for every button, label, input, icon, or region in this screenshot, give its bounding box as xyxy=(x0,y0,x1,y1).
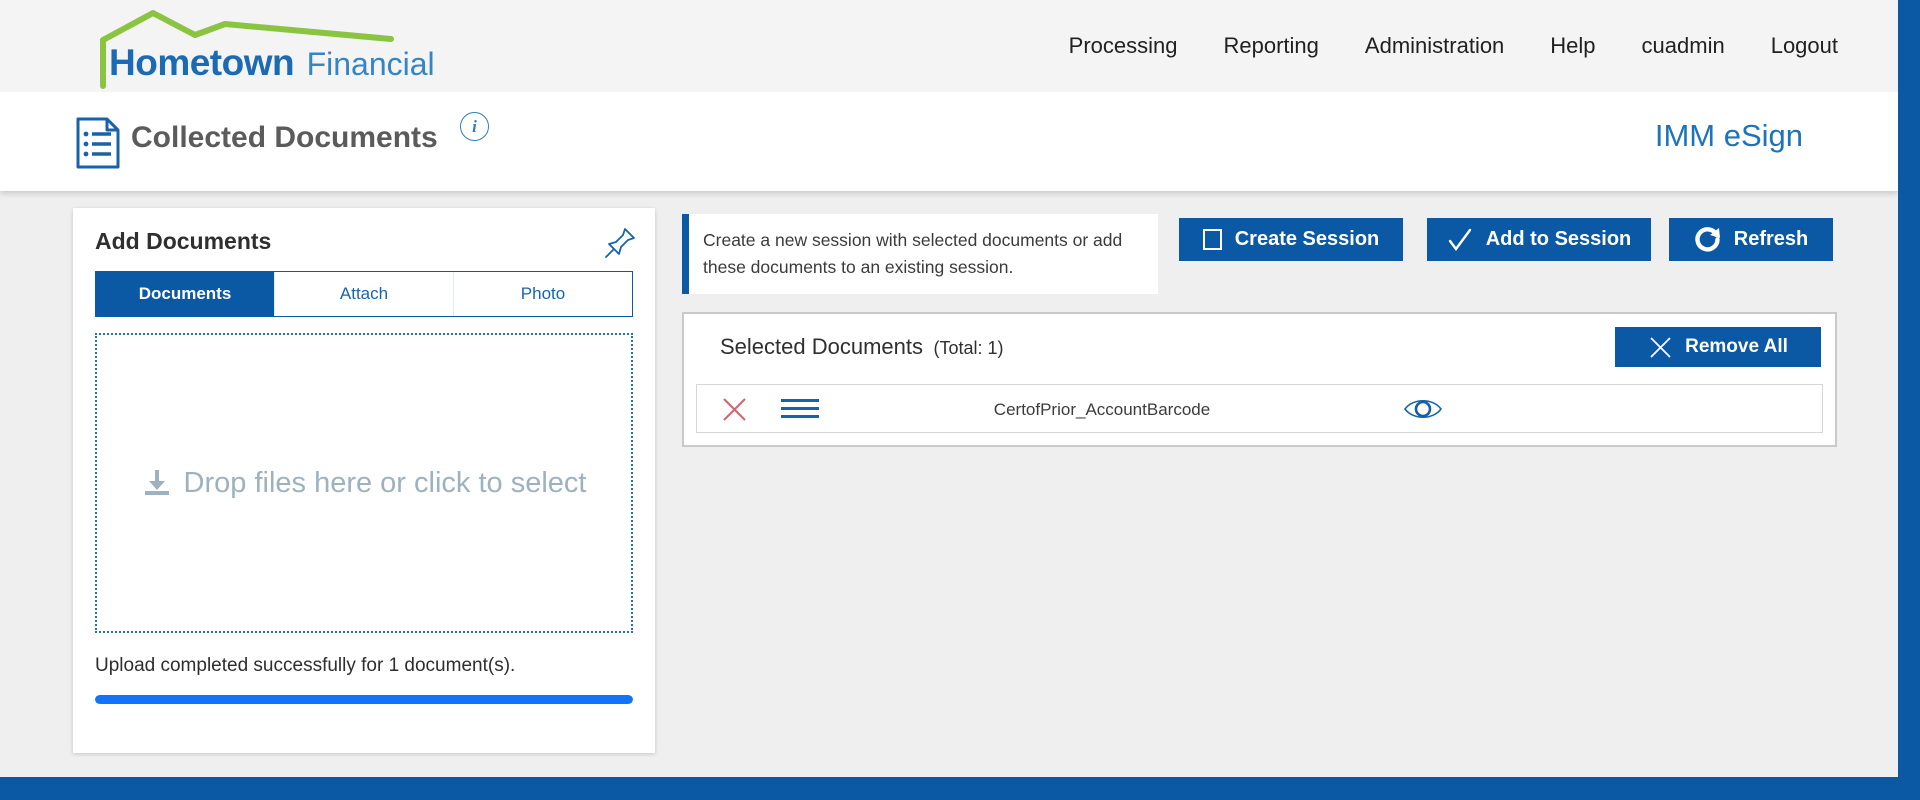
upload-progress-bar xyxy=(95,695,633,704)
upload-progress-fill xyxy=(95,695,633,704)
remove-all-button[interactable]: Remove All xyxy=(1615,327,1821,367)
session-actions: Create Session Add to Session Refresh xyxy=(1179,218,1833,261)
drag-handle-icon[interactable] xyxy=(781,399,819,418)
selected-documents-title-group: Selected Documents (Total: 1) xyxy=(720,334,1003,360)
nav-administration[interactable]: Administration xyxy=(1365,33,1504,59)
remove-all-x-icon xyxy=(1648,335,1673,360)
tab-documents[interactable]: Documents xyxy=(96,272,274,316)
session-hint-box: Create a new session with selected docum… xyxy=(682,214,1158,294)
download-icon xyxy=(142,468,172,498)
refresh-label: Refresh xyxy=(1734,228,1808,251)
page-title-bar: Collected Documents i IMM eSign xyxy=(0,92,1898,191)
selected-documents-header: Selected Documents (Total: 1) Remove All xyxy=(684,314,1835,367)
selected-documents-total: (Total: 1) xyxy=(933,338,1003,358)
dropzone-text: Drop files here or click to select xyxy=(184,467,587,500)
create-session-label: Create Session xyxy=(1235,228,1380,251)
preview-eye-icon[interactable] xyxy=(1402,395,1444,423)
footer-bar xyxy=(0,777,1920,800)
selected-documents-title: Selected Documents xyxy=(720,334,923,359)
nav-reporting[interactable]: Reporting xyxy=(1224,33,1319,59)
tab-photo[interactable]: Photo xyxy=(453,272,632,316)
remove-document-icon[interactable] xyxy=(721,397,748,422)
selected-documents-panel: Selected Documents (Total: 1) Remove All… xyxy=(682,312,1837,447)
add-to-session-button[interactable]: Add to Session xyxy=(1427,218,1651,261)
remove-all-label: Remove All xyxy=(1685,336,1788,358)
check-icon xyxy=(1447,228,1473,252)
nav-help[interactable]: Help xyxy=(1550,33,1595,59)
add-documents-panel: Add Documents Documents Attach Photo Dro… xyxy=(73,208,655,753)
create-session-button[interactable]: Create Session xyxy=(1179,218,1403,261)
selected-document-row: CertofPrior_AccountBarcode xyxy=(696,384,1823,433)
app-name: IMM eSign xyxy=(1655,118,1803,154)
hometown-financial-logo[interactable]: Hometown Financial xyxy=(73,4,503,90)
refresh-icon xyxy=(1694,226,1721,253)
nav-user-cuadmin[interactable]: cuadmin xyxy=(1642,33,1725,59)
document-name: CertofPrior_AccountBarcode xyxy=(947,385,1257,434)
top-navigation: Processing Reporting Administration Help… xyxy=(1069,0,1838,92)
create-session-icon xyxy=(1203,229,1222,250)
nav-logout[interactable]: Logout xyxy=(1771,33,1838,59)
right-edge-strip xyxy=(1898,0,1920,800)
brand-name: Hometown xyxy=(109,42,294,83)
brand-suffix: Financial xyxy=(307,46,435,82)
refresh-button[interactable]: Refresh xyxy=(1669,218,1833,261)
pin-icon[interactable] xyxy=(603,226,637,262)
page-title: Collected Documents xyxy=(131,121,438,155)
top-bar: Hometown Financial Processing Reporting … xyxy=(0,0,1898,92)
tab-attach[interactable]: Attach xyxy=(274,272,453,316)
nav-processing[interactable]: Processing xyxy=(1069,33,1178,59)
document-list-icon xyxy=(75,116,121,170)
info-icon[interactable]: i xyxy=(460,112,489,141)
file-dropzone[interactable]: Drop files here or click to select xyxy=(95,333,633,633)
upload-status-text: Upload completed successfully for 1 docu… xyxy=(95,655,633,677)
add-documents-title: Add Documents xyxy=(95,228,633,255)
add-documents-tabs: Documents Attach Photo xyxy=(95,271,633,317)
add-to-session-label: Add to Session xyxy=(1486,228,1632,251)
session-hint-text: Create a new session with selected docum… xyxy=(703,227,1142,281)
logo-text: Hometown Financial xyxy=(109,42,435,84)
